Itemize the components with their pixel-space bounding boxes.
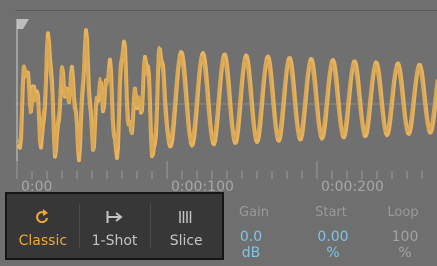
gain-param[interactable]: Gain 0.0 dB xyxy=(236,205,272,261)
mode-slice-label: Slice xyxy=(169,233,203,249)
arrow-right-bar-icon xyxy=(106,206,124,228)
loop-label: Loop xyxy=(387,205,419,220)
sample-editor-panel: 0:00 0:00:100 0:00:200 Classic 1-Shot Sl… xyxy=(0,0,437,266)
waveform-svg xyxy=(15,19,437,179)
time-ruler-ticks xyxy=(16,161,423,179)
waveform-display[interactable]: 0:00 0:00:100 0:00:200 xyxy=(15,10,437,196)
loop-value[interactable]: 100 % xyxy=(384,229,426,261)
loop-param[interactable]: Loop 100 % xyxy=(380,205,426,261)
mode-one-shot-label: 1-Shot xyxy=(91,233,138,249)
start-param[interactable]: Start 0.00 % xyxy=(308,205,354,261)
mode-classic-button[interactable]: Classic xyxy=(7,194,79,258)
gain-label: Gain xyxy=(239,205,269,220)
start-marker-flag-icon[interactable] xyxy=(17,19,29,29)
start-value[interactable]: 0.00 % xyxy=(312,229,354,261)
start-label: Start xyxy=(315,205,347,220)
mode-classic-label: Classic xyxy=(18,233,68,249)
mode-slice-button[interactable]: Slice xyxy=(150,194,222,258)
loop-arrow-icon xyxy=(35,206,51,228)
gain-value[interactable]: 0.0 dB xyxy=(230,229,272,261)
mode-one-shot-button[interactable]: 1-Shot xyxy=(78,194,151,258)
playback-mode-selector: Classic 1-Shot Slice xyxy=(5,192,224,260)
ruler-label-200: 0:00:200 xyxy=(321,179,384,195)
vertical-bars-icon xyxy=(178,206,194,228)
